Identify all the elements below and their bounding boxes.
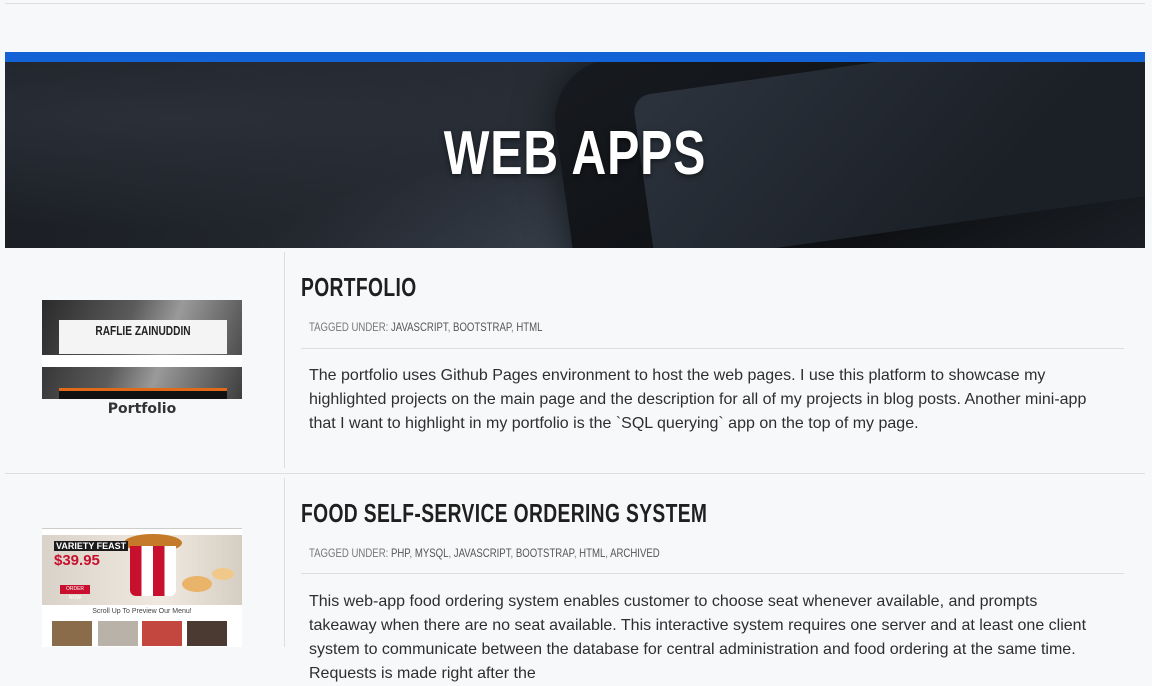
menu-tile [142, 621, 182, 646]
thumbnail-price: $39.95 [54, 552, 100, 569]
item-title[interactable]: PORTFOLIO [301, 272, 417, 303]
title-separator [301, 348, 1124, 349]
column-divider [284, 252, 285, 468]
menu-tile [98, 621, 138, 646]
food-ordering-thumbnail[interactable]: VARIETY FEAST $39.95 ORDER NOW Scroll Up… [42, 528, 242, 647]
tag-link[interactable]: HTML [516, 320, 542, 334]
tag-link[interactable]: PHP [391, 546, 410, 560]
item-divider [5, 473, 1145, 474]
thumbnail-nav [42, 355, 242, 367]
item-title[interactable]: FOOD SELF-SERVICE ORDERING SYSTEM [301, 498, 707, 529]
menu-tile [52, 621, 92, 646]
side-dish-image [182, 576, 212, 592]
thumbnail-footer [59, 391, 227, 399]
accent-bar [5, 52, 1145, 62]
tag-link[interactable]: HTML [579, 546, 605, 560]
tag-link[interactable]: ARCHIVED [610, 546, 660, 560]
title-separator [301, 573, 1124, 574]
hero-banner: ⁘⁘ WEB APPS [5, 62, 1145, 248]
thumbnail-heading: VARIETY FEAST [54, 541, 129, 551]
page-title: WEB APPS [443, 119, 707, 188]
tag-link[interactable]: MYSQL [415, 546, 449, 560]
thumbnail-scroll-text: Scroll Up To Preview Our Menu! [92, 608, 192, 615]
tag-link[interactable]: BOOTSTRAP [453, 320, 511, 334]
tag-link[interactable]: JAVASCRIPT [454, 546, 511, 560]
tag-link[interactable]: BOOTSTRAP [516, 546, 574, 560]
bucket-image [130, 546, 176, 596]
top-divider [5, 3, 1145, 4]
thumbnail-caption: Portfolio [107, 401, 177, 417]
tag-link[interactable]: JAVASCRIPT [391, 320, 448, 334]
portfolio-thumbnail[interactable]: RAFLIE ZAINUDDIN [42, 300, 242, 399]
thumbnail-order-button: ORDER NOW [60, 585, 90, 601]
item-description: The portfolio uses Github Pages environm… [309, 367, 1087, 432]
item-description: This web-app food ordering system enable… [309, 593, 1087, 682]
side-dish-image [212, 568, 234, 580]
tag-list: TAGGED UNDER: JAVASCRIPT, BOOTSTRAP, HTM… [309, 320, 543, 334]
tag-list: TAGGED UNDER: PHP, MYSQL, JAVASCRIPT, BO… [309, 546, 660, 560]
tags-prefix: TAGGED UNDER: [309, 320, 389, 334]
column-divider [284, 478, 285, 647]
menu-tile [187, 621, 227, 646]
thumbnail-heading: RAFLIE ZAINUDDIN [95, 323, 191, 338]
tags-prefix: TAGGED UNDER: [309, 546, 389, 560]
